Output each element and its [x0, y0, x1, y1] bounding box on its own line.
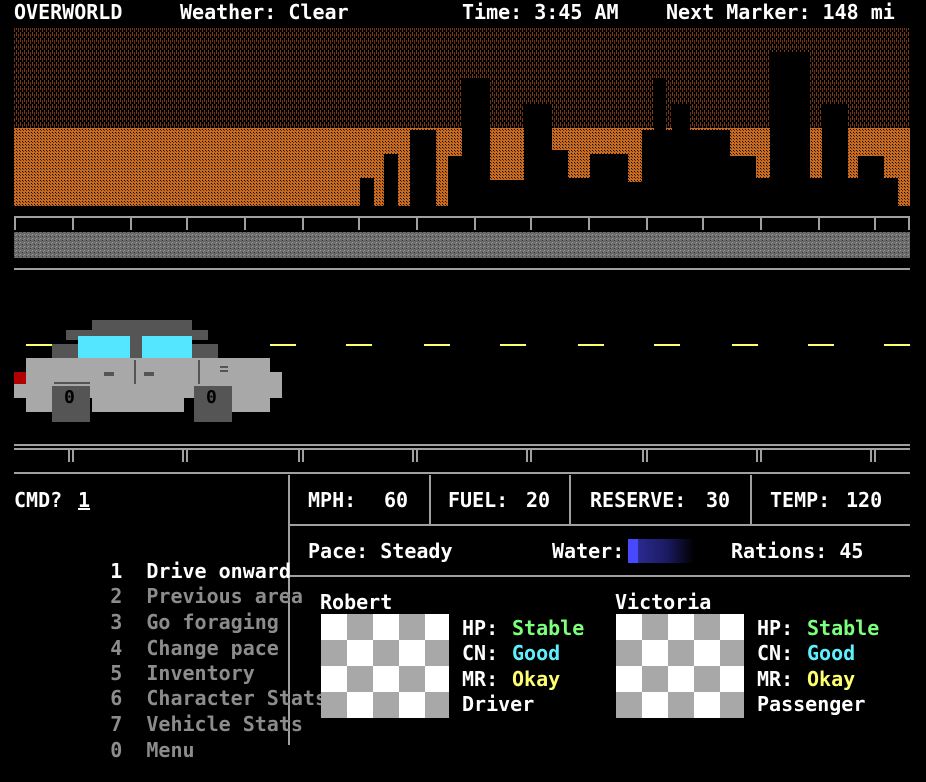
area-name: OVERWORLD: [14, 0, 123, 24]
reserve-label: RESERVE:: [590, 488, 687, 512]
pace-row-divider: [290, 575, 910, 577]
portrait-placeholder: [616, 614, 744, 718]
fuel-label: FUEL:: [448, 488, 509, 512]
mr-label: MR:: [462, 667, 499, 691]
cn-label: CN:: [462, 641, 499, 665]
rear-wheel-label: 0: [64, 387, 75, 408]
pace-readout: Pace: Steady: [308, 539, 453, 563]
water-gauge-fill: [628, 539, 638, 563]
water-label: Water:: [552, 539, 625, 563]
rations-readout: Rations: 45: [731, 539, 864, 563]
road-edge-line: [14, 268, 910, 270]
lower-guardrail: [14, 444, 910, 462]
weather-readout: Weather: Clear: [180, 0, 349, 24]
cn-label: CN:: [757, 641, 794, 665]
player-car: [14, 320, 282, 422]
mph-label: MPH:: [308, 488, 357, 512]
front-wheel-label: 0: [206, 387, 217, 408]
cn-value: Good: [807, 641, 856, 665]
member-name: Victoria: [615, 590, 712, 614]
hp-label: HP:: [757, 616, 794, 640]
temp-value: 120: [846, 488, 883, 512]
command-prompt: CMD?: [14, 488, 63, 512]
mr-label: MR:: [757, 667, 794, 691]
command-panel: CMD? 1 1 Drive onward 2 Previous area 3 …: [0, 475, 327, 760]
panel-divider-top: [14, 472, 910, 474]
mph-value: 60: [384, 488, 409, 512]
road-scene: 0 0: [0, 26, 926, 472]
stat-divider: [569, 475, 571, 525]
reserve-value: 30: [706, 488, 731, 512]
cn-value: Good: [512, 641, 561, 665]
mr-value: Okay: [807, 667, 856, 691]
water-gauge: [628, 539, 694, 563]
stat-row-divider: [290, 524, 910, 526]
command-input[interactable]: 1: [78, 490, 90, 510]
mr-value: Okay: [512, 667, 561, 691]
hp-value: Stable: [807, 616, 880, 640]
portrait-placeholder: [321, 614, 449, 718]
time-readout: Time: 3:45 AM: [462, 0, 619, 24]
road-shoulder: [14, 232, 910, 258]
member-role: Passenger: [757, 692, 866, 716]
menu-label: Menu: [146, 738, 195, 762]
stat-divider: [750, 475, 752, 525]
hp-value: Stable: [512, 616, 585, 640]
fuel-value: 20: [526, 488, 551, 512]
status-header: OVERWORLD Weather: Clear Time: 3:45 AM N…: [0, 0, 926, 26]
hp-label: HP:: [462, 616, 499, 640]
member-role: Driver: [462, 692, 535, 716]
temp-label: TEMP:: [770, 488, 831, 512]
menu-number: 0: [110, 738, 123, 762]
next-marker-readout: Next Marker: 148 mi: [666, 0, 895, 24]
stat-divider: [429, 475, 431, 525]
scene-art: [14, 28, 910, 462]
member-name: Robert: [320, 590, 393, 614]
upper-guardrail: [14, 216, 910, 230]
menu-item-menu[interactable]: 0 Menu: [38, 720, 195, 780]
